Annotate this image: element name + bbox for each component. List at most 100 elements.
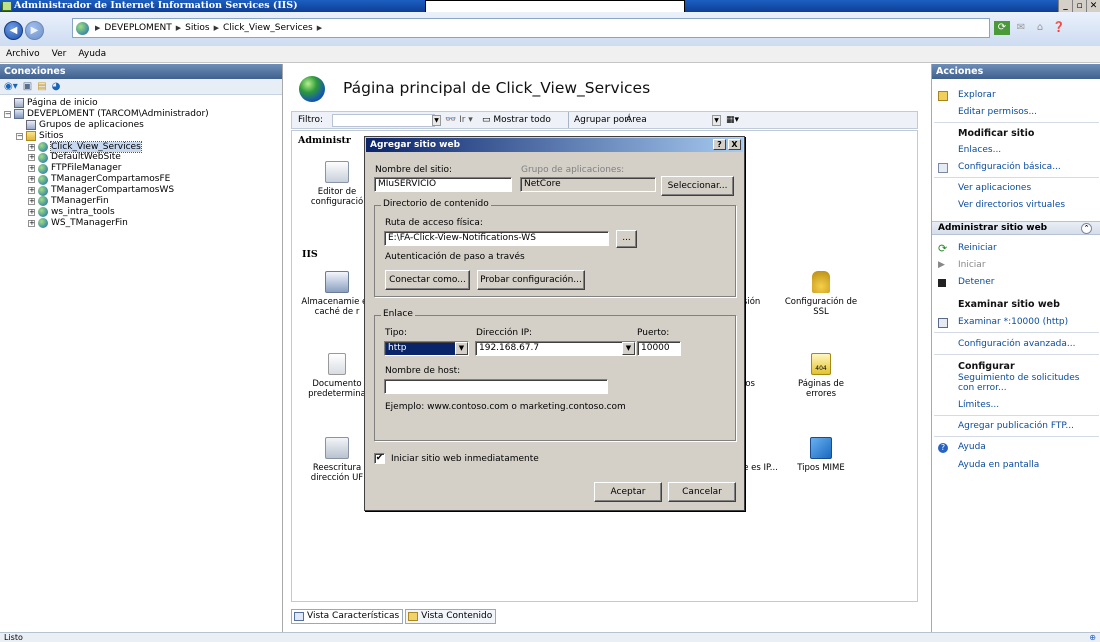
tree-node[interactable]: + Click_View_Services bbox=[0, 140, 282, 154]
home-icon[interactable]: ⌂ bbox=[1032, 21, 1048, 35]
action-start[interactable]: ▶ Iniciar bbox=[932, 259, 1100, 272]
tree-node[interactable]: + WS_TManagerFin bbox=[0, 218, 282, 229]
port-input[interactable]: 10000 bbox=[637, 341, 681, 356]
disconnect-icon[interactable]: ◕ bbox=[52, 81, 61, 92]
feature-ssl[interactable]: Configuración de SSL bbox=[782, 271, 860, 317]
action-stop[interactable]: Detener bbox=[932, 276, 1100, 289]
maximize-button[interactable]: ▫ bbox=[1072, 0, 1086, 12]
expand-icon[interactable]: + bbox=[28, 219, 35, 227]
expand-icon[interactable]: + bbox=[28, 187, 35, 195]
menu-ayuda[interactable]: Ayuda bbox=[78, 49, 106, 59]
show-all-button[interactable]: ▭ Mostrar todo bbox=[482, 115, 551, 125]
stop-icon[interactable]: ✉ bbox=[1013, 21, 1029, 35]
ip-dropdown-icon[interactable]: ▼ bbox=[622, 342, 635, 355]
ip-address-select[interactable]: 192.168.67.7 ▼ bbox=[475, 341, 636, 356]
save-icon[interactable]: ▣ bbox=[23, 81, 32, 92]
menu-archivo[interactable]: Archivo bbox=[6, 49, 40, 59]
breadcrumb-separator-icon[interactable]: ▶ bbox=[317, 24, 322, 32]
collapse-icon[interactable]: ⌃ bbox=[1081, 223, 1092, 234]
test-settings-button[interactable]: Probar configuración... bbox=[477, 270, 585, 290]
go-button[interactable]: 👓 Ir ▾ bbox=[445, 115, 473, 125]
help-icon[interactable]: ❓ bbox=[1051, 21, 1067, 35]
site-name-input[interactable]: MIuSERVICIO bbox=[374, 177, 512, 192]
feature-label: Reescritura dirección UF bbox=[310, 463, 364, 483]
tree-node[interactable]: + TManagerCompartamosWS bbox=[0, 185, 282, 196]
group-manage-site[interactable]: Administrar sitio web ⌃ bbox=[932, 221, 1100, 235]
expand-icon[interactable]: + bbox=[28, 176, 35, 184]
filter-dropdown-icon[interactable]: ▼ bbox=[432, 115, 441, 126]
action-help[interactable]: ? Ayuda bbox=[932, 441, 1100, 454]
forward-button[interactable]: ▶ bbox=[25, 21, 44, 40]
breadcrumb-server[interactable]: DEVEPLOMENT bbox=[104, 23, 171, 33]
browse-path-button[interactable]: ... bbox=[616, 230, 637, 248]
physical-path-input[interactable]: E:\FA-Click-View-Notifications-WS bbox=[384, 231, 609, 246]
action-browse-link[interactable]: Examinar *:10000 (http) bbox=[932, 316, 1100, 329]
breadcrumb-site[interactable]: Click_View_Services bbox=[223, 23, 313, 33]
close-window-button[interactable]: ✕ bbox=[1086, 0, 1100, 12]
tree-node[interactable]: + FTPFileManager bbox=[0, 163, 282, 174]
tree-node[interactable]: + TManagerFin bbox=[0, 196, 282, 207]
filter-label: Filtro: bbox=[298, 115, 324, 125]
group-by-label: Agrupar por: bbox=[574, 115, 631, 125]
expand-icon[interactable]: + bbox=[28, 154, 35, 162]
select-app-pool-button[interactable]: Seleccionar... bbox=[661, 176, 734, 196]
expand-icon[interactable]: + bbox=[28, 143, 35, 151]
tree-node[interactable]: + DefaultWebSite bbox=[0, 152, 282, 163]
address-breadcrumb[interactable]: ▶ DEVEPLOMENT ▶ Sitios ▶ Click_View_Serv… bbox=[72, 18, 990, 38]
connections-header: Conexiones bbox=[0, 64, 282, 79]
action-basic-settings[interactable]: Configuración básica... bbox=[932, 161, 1100, 174]
expand-icon[interactable]: + bbox=[28, 197, 35, 205]
connect-icon[interactable]: ◉▾ bbox=[4, 81, 18, 92]
document-icon bbox=[328, 353, 346, 375]
accept-button[interactable]: Aceptar bbox=[594, 482, 662, 502]
menu-ver[interactable]: Ver bbox=[52, 49, 67, 59]
start-immediately-checkbox[interactable]: ✔ bbox=[374, 453, 385, 464]
tab-features-view[interactable]: Vista Características bbox=[291, 609, 404, 624]
action-view-applications[interactable]: Ver aplicaciones bbox=[932, 182, 1100, 195]
action-edit-permissions[interactable]: Editar permisos... bbox=[932, 106, 1100, 119]
tree-node[interactable]: + ws_intra_tools bbox=[0, 207, 282, 218]
action-limits[interactable]: Límites... bbox=[932, 399, 1100, 412]
refresh-icon[interactable]: ⟳ bbox=[994, 21, 1010, 35]
port-label: Puerto: bbox=[637, 328, 670, 338]
filter-input[interactable] bbox=[332, 114, 435, 127]
tab-content-view[interactable]: Vista Contenido bbox=[405, 609, 497, 624]
expand-icon[interactable]: + bbox=[28, 165, 35, 173]
minimize-button[interactable]: _ bbox=[1058, 0, 1072, 12]
tree-node[interactable]: − DEVEPLOMENT (TARCOM\Administrador) bbox=[0, 109, 282, 120]
action-add-ftp[interactable]: Agregar publicación FTP... bbox=[932, 420, 1100, 433]
back-button[interactable]: ◀ bbox=[4, 21, 23, 40]
view-mode-icon[interactable]: ▦▾ bbox=[726, 115, 739, 125]
collapse-icon[interactable]: − bbox=[16, 132, 23, 140]
feature-mime-types[interactable]: Tipos MIME bbox=[782, 437, 860, 473]
action-failed-request-tracing[interactable]: Seguimiento de solicitudes con error... bbox=[932, 373, 1100, 399]
collapse-icon[interactable]: − bbox=[4, 110, 11, 118]
tree-node-label: ws_intra_tools bbox=[51, 206, 115, 217]
group-by-dropdown-icon[interactable]: ▼ bbox=[712, 115, 721, 126]
type-select[interactable]: http ▼ bbox=[384, 341, 469, 356]
action-restart[interactable]: ⟳ Reiniciar bbox=[932, 242, 1100, 255]
action-label: Configuración avanzada... bbox=[958, 339, 1076, 349]
actions-divider bbox=[934, 354, 1099, 355]
expand-icon[interactable]: + bbox=[28, 208, 35, 216]
action-view-virtual-dirs[interactable]: Ver directorios virtuales bbox=[932, 199, 1100, 212]
dialog-close-button[interactable]: X bbox=[728, 139, 741, 150]
feature-error-pages[interactable]: 404 Páginas de errores bbox=[782, 353, 860, 399]
dialog-help-button[interactable]: ? bbox=[713, 139, 726, 150]
type-dropdown-icon[interactable]: ▼ bbox=[455, 342, 468, 355]
tree-node[interactable]: + TManagerCompartamosFE bbox=[0, 174, 282, 185]
action-online-help[interactable]: Ayuda en pantalla bbox=[932, 459, 1100, 472]
group-by-value[interactable]: Área bbox=[626, 115, 647, 125]
connect-as-button[interactable]: Conectar como... bbox=[385, 270, 470, 290]
action-label: Seguimiento de solicitudes con error... bbox=[958, 373, 1080, 393]
tree-node[interactable]: Página de inicio bbox=[0, 98, 282, 109]
tree-node[interactable]: − Sitios bbox=[0, 131, 282, 142]
action-advanced-settings[interactable]: Configuración avanzada... bbox=[932, 338, 1100, 351]
breadcrumb-sites[interactable]: Sitios bbox=[185, 23, 209, 33]
action-bindings[interactable]: Enlaces... bbox=[932, 144, 1100, 157]
up-icon[interactable]: ▤ bbox=[37, 81, 46, 92]
action-explore[interactable]: Explorar bbox=[932, 89, 1100, 102]
tree-node[interactable]: Grupos de aplicaciones bbox=[0, 120, 282, 131]
cancel-button[interactable]: Cancelar bbox=[668, 482, 736, 502]
host-name-input[interactable] bbox=[384, 379, 608, 394]
